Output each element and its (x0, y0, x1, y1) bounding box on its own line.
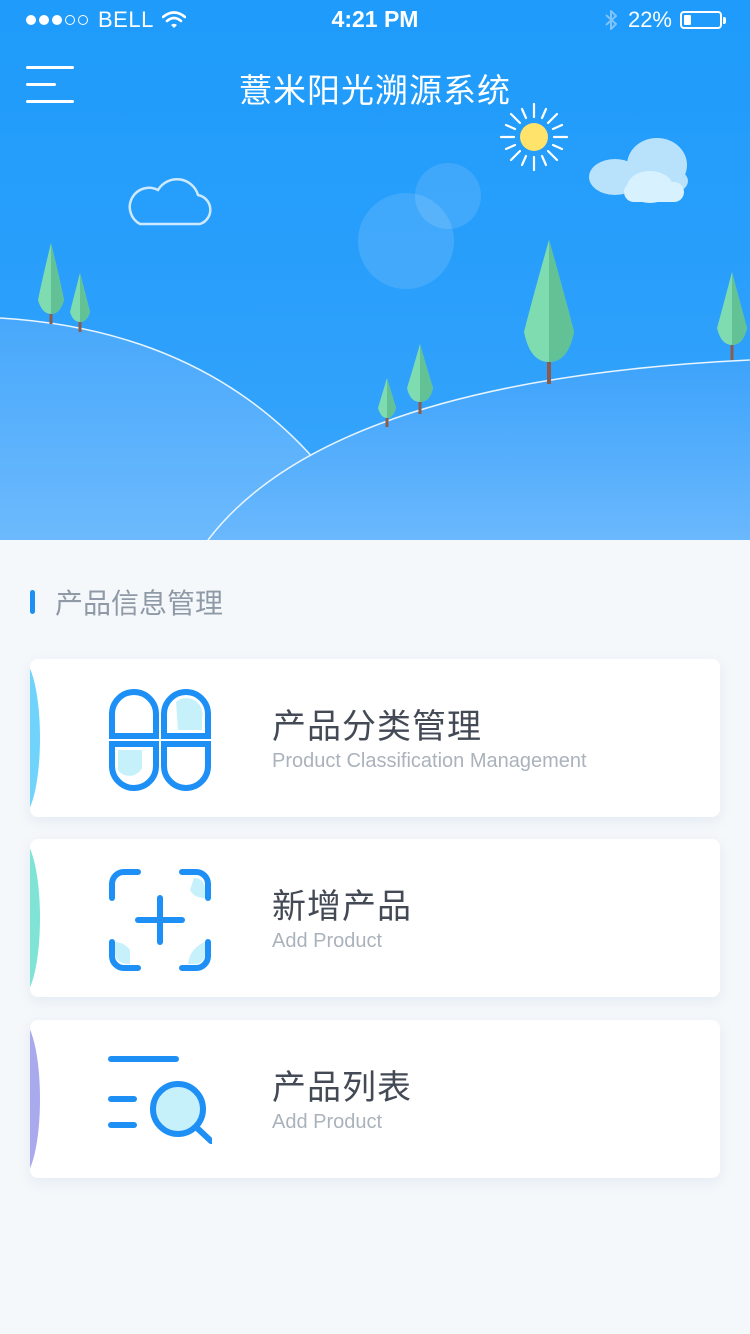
card-product-classification[interactable]: 产品分类管理 Product Classification Management (30, 659, 720, 817)
battery-level (684, 15, 691, 25)
tree-icon (38, 243, 64, 324)
cloud-icon (128, 178, 212, 226)
tree-icon (717, 272, 747, 360)
classification-icon (109, 689, 211, 791)
hero-banner: BELL 4:21 PM 22% 薏米阳光溯源系统 (0, 0, 750, 540)
card-title: 产品分类管理 (272, 707, 482, 747)
section-title: 产品信息管理 (55, 587, 224, 620)
card-subtitle: Product Classification Management (272, 750, 587, 772)
battery-percent: 22% (627, 7, 672, 32)
status-bar: BELL 4:21 PM 22% (0, 0, 750, 40)
card-accent (30, 839, 40, 997)
card-add-product[interactable]: 新增产品 Add Product (30, 839, 720, 997)
card-accent (30, 1020, 40, 1178)
product-list-icon (108, 1056, 212, 1144)
battery-icon (680, 11, 726, 29)
card-subtitle: Add Product (272, 1111, 383, 1133)
tree-icon (524, 240, 574, 384)
card-product-list[interactable]: 产品列表 Add Product (30, 1020, 720, 1178)
bluetooth-icon (605, 10, 617, 30)
card-title: 产品列表 (272, 1068, 412, 1108)
sun-icon (499, 102, 569, 172)
section-marker (30, 590, 35, 614)
card-subtitle: Add Product (272, 930, 383, 952)
page-title: 薏米阳光溯源系统 (239, 71, 511, 110)
tree-icon (407, 344, 433, 414)
tree-icon (70, 273, 90, 332)
card-accent (30, 659, 40, 817)
card-title: 新增产品 (272, 887, 412, 927)
add-product-icon (109, 869, 211, 971)
cloud-icon (589, 138, 688, 203)
section-header: 产品信息管理 (30, 582, 223, 622)
